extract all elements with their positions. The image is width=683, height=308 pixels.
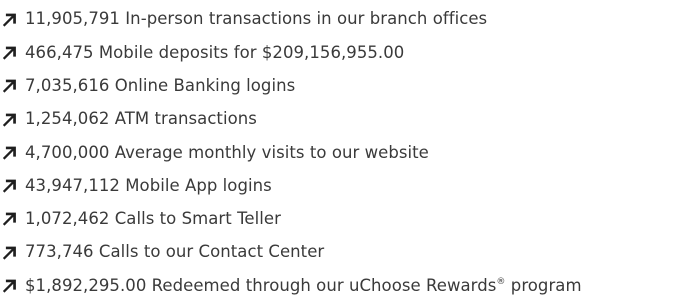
arrow-up-right-icon [3, 279, 17, 293]
arrow-up-right-icon [3, 146, 17, 160]
stat-item: 43,947,112 Mobile App logins [0, 169, 683, 202]
arrow-up-right-icon [3, 46, 17, 60]
registered-mark: ® [496, 276, 506, 287]
stat-item: 11,905,791 In-person transactions in our… [0, 3, 683, 36]
stat-text: 466,475 Mobile deposits for $209,156,955… [25, 42, 405, 62]
stat-text: $1,892,295.00 Redeemed through our uChoo… [25, 275, 582, 295]
stat-text: 7,035,616 Online Banking logins [25, 75, 296, 95]
statistics-list: 11,905,791 In-person transactions in our… [0, 3, 683, 303]
stat-text: 1,254,062 ATM transactions [25, 109, 257, 129]
arrow-up-right-icon [3, 246, 17, 260]
stat-item: 773,746 Calls to our Contact Center [0, 236, 683, 269]
stat-text: 11,905,791 In-person transactions in our… [25, 9, 488, 29]
stat-item: 7,035,616 Online Banking logins [0, 70, 683, 103]
arrow-up-right-icon [3, 79, 17, 93]
arrow-up-right-icon [3, 113, 17, 127]
stat-text: 4,700,000 Average monthly visits to our … [25, 142, 429, 162]
arrow-up-right-icon [3, 179, 17, 193]
stat-item: 1,254,062 ATM transactions [0, 103, 683, 136]
stat-text-main: $1,892,295.00 Redeemed through our uChoo… [25, 275, 497, 295]
stat-item: 466,475 Mobile deposits for $209,156,955… [0, 36, 683, 69]
arrow-up-right-icon [3, 212, 17, 227]
stat-item: 4,700,000 Average monthly visits to our … [0, 136, 683, 169]
stat-text: 43,947,112 Mobile App logins [25, 175, 272, 195]
stat-item: 1,072,462 Calls to Smart Teller [0, 203, 683, 236]
stat-text: 1,072,462 Calls to Smart Teller [25, 209, 281, 229]
stat-text-suffix: program [505, 275, 582, 295]
arrow-up-right-icon [3, 13, 17, 27]
stat-text: 773,746 Calls to our Contact Center [25, 242, 325, 262]
stat-item: $1,892,295.00 Redeemed through our uChoo… [0, 269, 683, 302]
